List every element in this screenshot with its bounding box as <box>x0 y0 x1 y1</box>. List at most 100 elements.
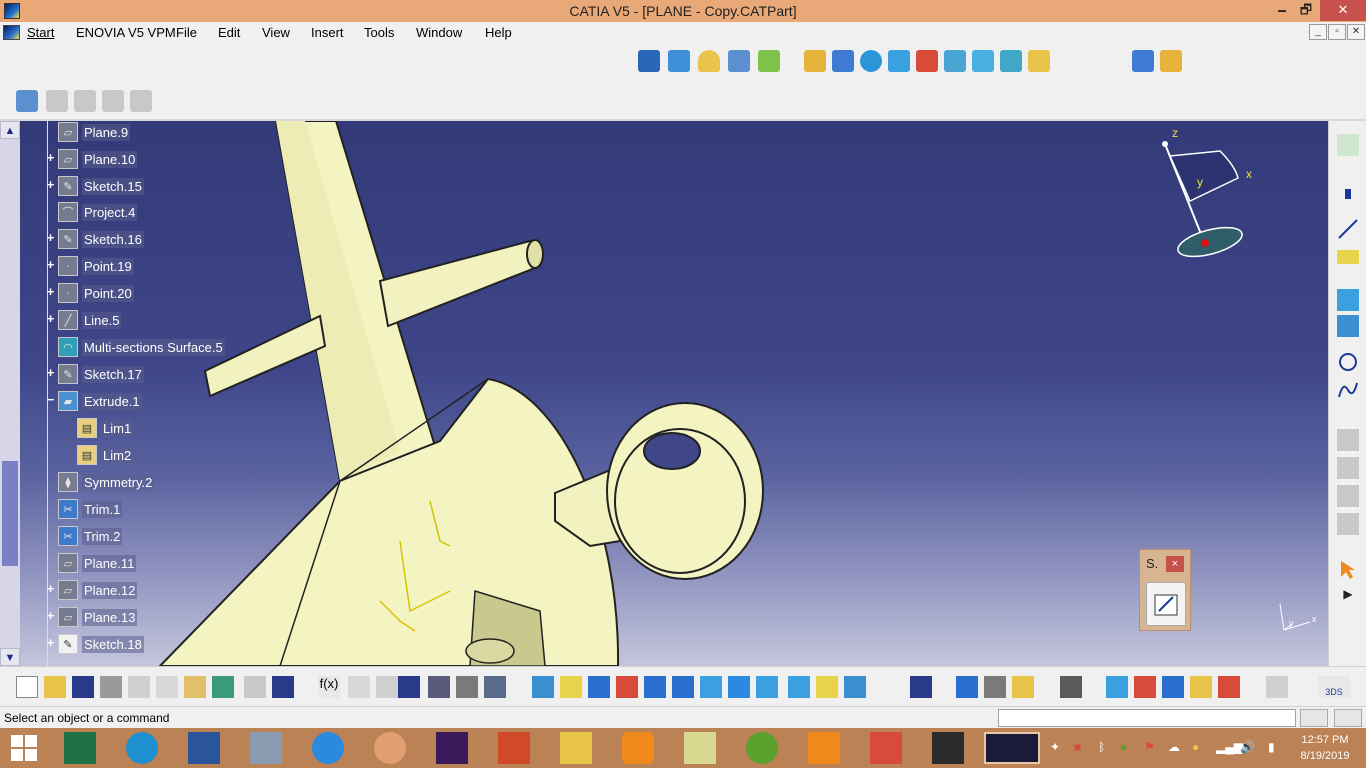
sketch-button[interactable] <box>1146 582 1186 626</box>
apply-material-icon[interactable] <box>984 676 1006 698</box>
lock-icon[interactable] <box>456 676 478 698</box>
tree-node-plane-10[interactable]: + ▱ Plane.10 <box>47 148 138 170</box>
tree-node-plane-12[interactable]: + ▱ Plane.12 <box>47 579 138 601</box>
expand-icon[interactable]: + <box>45 636 56 649</box>
tree-node-sketch-15[interactable]: + ✎ Sketch.15 <box>47 175 144 197</box>
expand-icon[interactable]: + <box>45 178 56 191</box>
tree-node-trim-1[interactable]: ✂ Trim.1 <box>58 498 123 520</box>
save-icon[interactable] <box>72 676 94 698</box>
print-icon[interactable] <box>100 676 122 698</box>
expand-icon[interactable]: + <box>45 151 56 164</box>
extrude-icon[interactable] <box>804 50 826 72</box>
light-icon[interactable] <box>376 676 398 698</box>
knowledge-icon[interactable] <box>348 676 370 698</box>
tree-node-symmetry-2[interactable]: ⧫ Symmetry.2 <box>58 471 155 493</box>
tree-node-line-5[interactable]: + ╱ Line.5 <box>47 309 122 331</box>
volume-icon[interactable]: 🔊 <box>1240 740 1255 754</box>
expand-icon[interactable]: + <box>45 609 56 622</box>
tree-node-project-4[interactable]: ⌒ Project.4 <box>58 201 138 223</box>
close-button[interactable]: ✕ <box>1320 0 1366 21</box>
tree-node-lim2[interactable]: ▤ Lim2 <box>77 444 134 466</box>
menu-edit[interactable]: Edit <box>218 25 240 40</box>
tray-app-icon[interactable]: ✦ <box>1050 740 1060 754</box>
surface-icon[interactable] <box>728 50 750 72</box>
action-center-icon[interactable]: ⚑ <box>1144 740 1155 754</box>
catia-menu-icon[interactable] <box>3 25 20 40</box>
sketcher-toolbar-close-button[interactable]: × <box>1166 556 1184 572</box>
tree-node-extrude-1[interactable]: − ▰ Extrude.1 <box>47 390 142 412</box>
notes-icon[interactable] <box>684 732 716 764</box>
formula-icon[interactable]: f(x) <box>318 676 340 698</box>
task-manager-icon[interactable] <box>250 732 282 764</box>
video-editor-icon[interactable] <box>932 732 964 764</box>
sweep-icon[interactable] <box>758 50 780 72</box>
menu-file[interactable]: File <box>176 25 197 40</box>
join-icon[interactable] <box>1028 50 1050 72</box>
measure-icon[interactable] <box>484 676 506 698</box>
expand-icon[interactable]: + <box>45 582 56 595</box>
command-input[interactable] <box>998 709 1296 727</box>
plane-icon[interactable] <box>1337 250 1359 264</box>
utorrent-icon[interactable] <box>746 732 778 764</box>
transform-icon[interactable] <box>1132 50 1154 72</box>
circle-icon[interactable] <box>1337 351 1359 373</box>
picsart-icon[interactable] <box>436 732 468 764</box>
expand-icon[interactable]: + <box>45 312 56 325</box>
tray-utorrent-icon[interactable]: ● <box>1120 740 1127 754</box>
tree-node-plane-13[interactable]: + ▱ Plane.13 <box>47 606 138 628</box>
media-player-icon[interactable] <box>622 732 654 764</box>
wifi-signal-icon[interactable]: ▂▄▆ <box>1216 740 1243 754</box>
tree-scrollbar[interactable]: ▲ ▼ <box>0 121 20 666</box>
powerpoint-icon[interactable] <box>498 732 530 764</box>
expand-icon[interactable]: + <box>45 366 56 379</box>
pan-icon[interactable] <box>588 676 610 698</box>
point-icon[interactable] <box>1345 189 1351 199</box>
offset-icon[interactable] <box>916 50 938 72</box>
menu-help[interactable]: Help <box>485 25 512 40</box>
iso-view-icon[interactable] <box>756 676 778 698</box>
internet-explorer-icon[interactable] <box>126 732 158 764</box>
catalog-icon[interactable] <box>16 90 38 112</box>
collapse-icon[interactable]: − <box>45 393 56 406</box>
menu-window[interactable]: Window <box>416 25 462 40</box>
tree-node-sketch-18[interactable]: + ✎ Sketch.18 <box>47 633 144 655</box>
word-icon[interactable] <box>188 732 220 764</box>
fill-icon[interactable] <box>944 50 966 72</box>
cloud-icon[interactable]: ☁ <box>1168 740 1180 754</box>
tree-node-lim1[interactable]: ▤ Lim1 <box>77 417 134 439</box>
zoom-in-icon[interactable] <box>644 676 666 698</box>
fit-all-icon[interactable] <box>560 676 582 698</box>
cylinder-icon[interactable] <box>888 50 910 72</box>
revolve-icon[interactable] <box>832 50 854 72</box>
windows-start-icon[interactable] <box>8 732 40 764</box>
compass-widget[interactable]: z x y <box>1160 126 1260 266</box>
doc-restore-button[interactable]: ▫ <box>1328 24 1346 40</box>
tree-node-multi-sections-surface-5[interactable]: ◠ Multi-sections Surface.5 <box>58 336 225 358</box>
bluetooth-icon[interactable]: ᛒ <box>1098 740 1105 754</box>
capture-icon[interactable] <box>1060 676 1082 698</box>
select-arrow-icon[interactable] <box>1337 559 1359 581</box>
chrome-icon[interactable] <box>374 732 406 764</box>
sketch-support-icon[interactable] <box>1337 134 1359 156</box>
extrude-surface-icon[interactable] <box>1337 289 1359 311</box>
curvature-icon[interactable] <box>1106 676 1128 698</box>
scroll-down-arrow-icon[interactable]: ▼ <box>0 648 20 666</box>
help-icon[interactable] <box>272 676 294 698</box>
file-explorer-icon[interactable] <box>560 732 592 764</box>
arc-icon[interactable] <box>698 50 720 72</box>
menu-start[interactable]: Start <box>27 25 54 40</box>
fly-icon[interactable] <box>532 676 554 698</box>
point-line-icon[interactable] <box>668 50 690 72</box>
tray-chrome-icon[interactable]: ● <box>1192 740 1199 754</box>
connect-checker-icon[interactable] <box>1162 676 1184 698</box>
shading-icon[interactable] <box>788 676 810 698</box>
swap-space-icon[interactable] <box>844 676 866 698</box>
hide-show-icon[interactable] <box>816 676 838 698</box>
doc-close-button[interactable]: ✕ <box>1347 24 1365 40</box>
multi-section-icon[interactable] <box>972 50 994 72</box>
expand-icon[interactable]: + <box>45 231 56 244</box>
tree-node-trim-2[interactable]: ✂ Trim.2 <box>58 525 123 547</box>
cut-icon[interactable] <box>128 676 150 698</box>
zoom-out-icon[interactable] <box>672 676 694 698</box>
revolve-surface-icon[interactable] <box>1337 315 1359 337</box>
